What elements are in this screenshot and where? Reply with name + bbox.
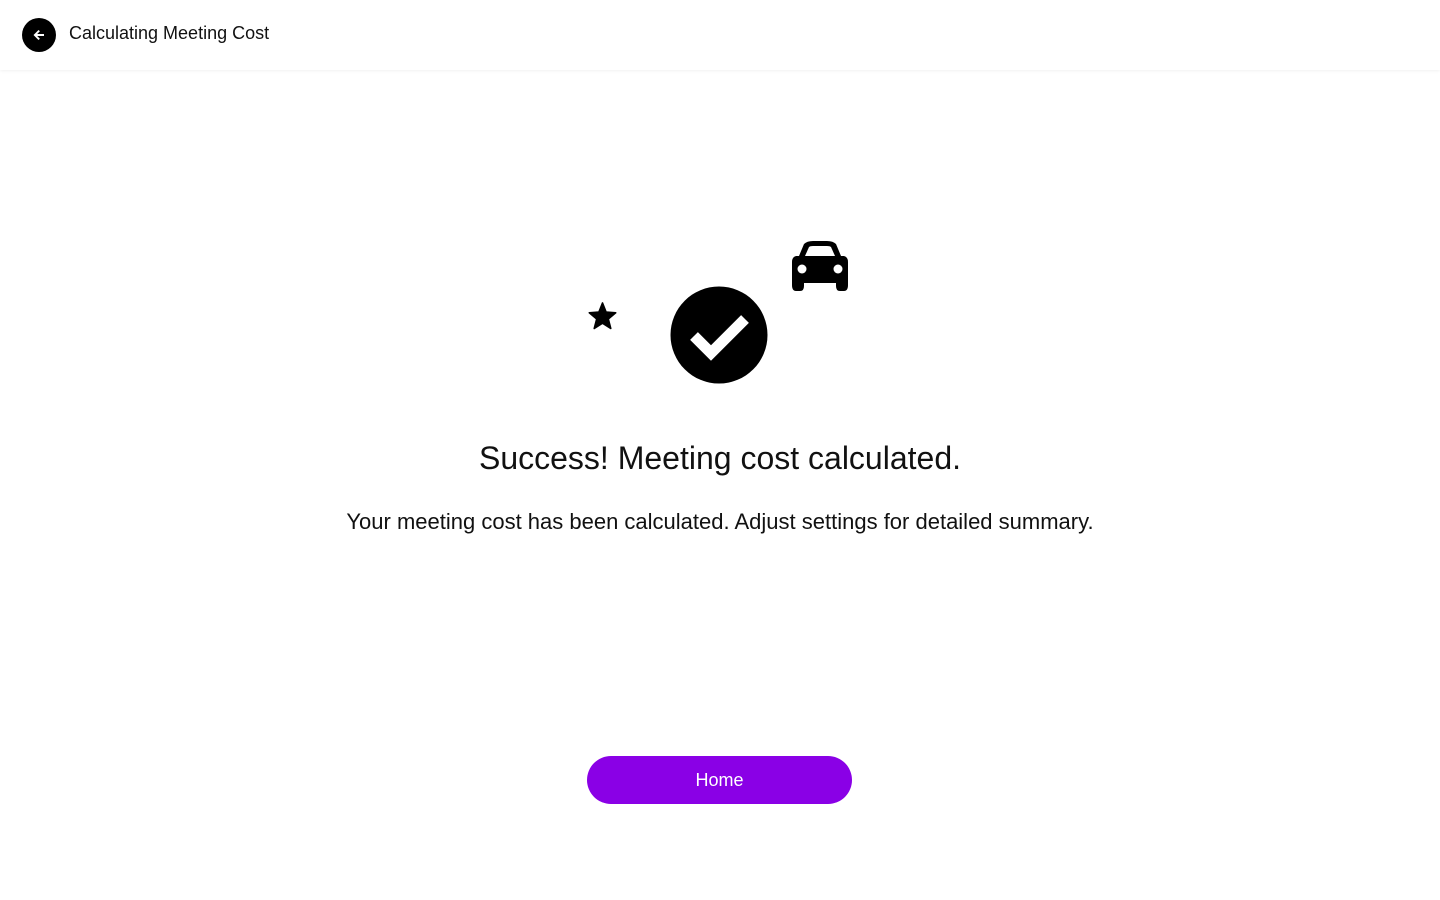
success-message: Your meeting cost has been calculated. A… xyxy=(346,509,1094,534)
success-title: Success! Meeting cost calculated. xyxy=(478,440,961,476)
car-icon xyxy=(792,241,848,291)
success-illustration xyxy=(0,0,1440,400)
check-circle-icon xyxy=(670,286,768,384)
star-icon xyxy=(588,302,617,330)
home-button[interactable]: Home xyxy=(587,756,852,804)
